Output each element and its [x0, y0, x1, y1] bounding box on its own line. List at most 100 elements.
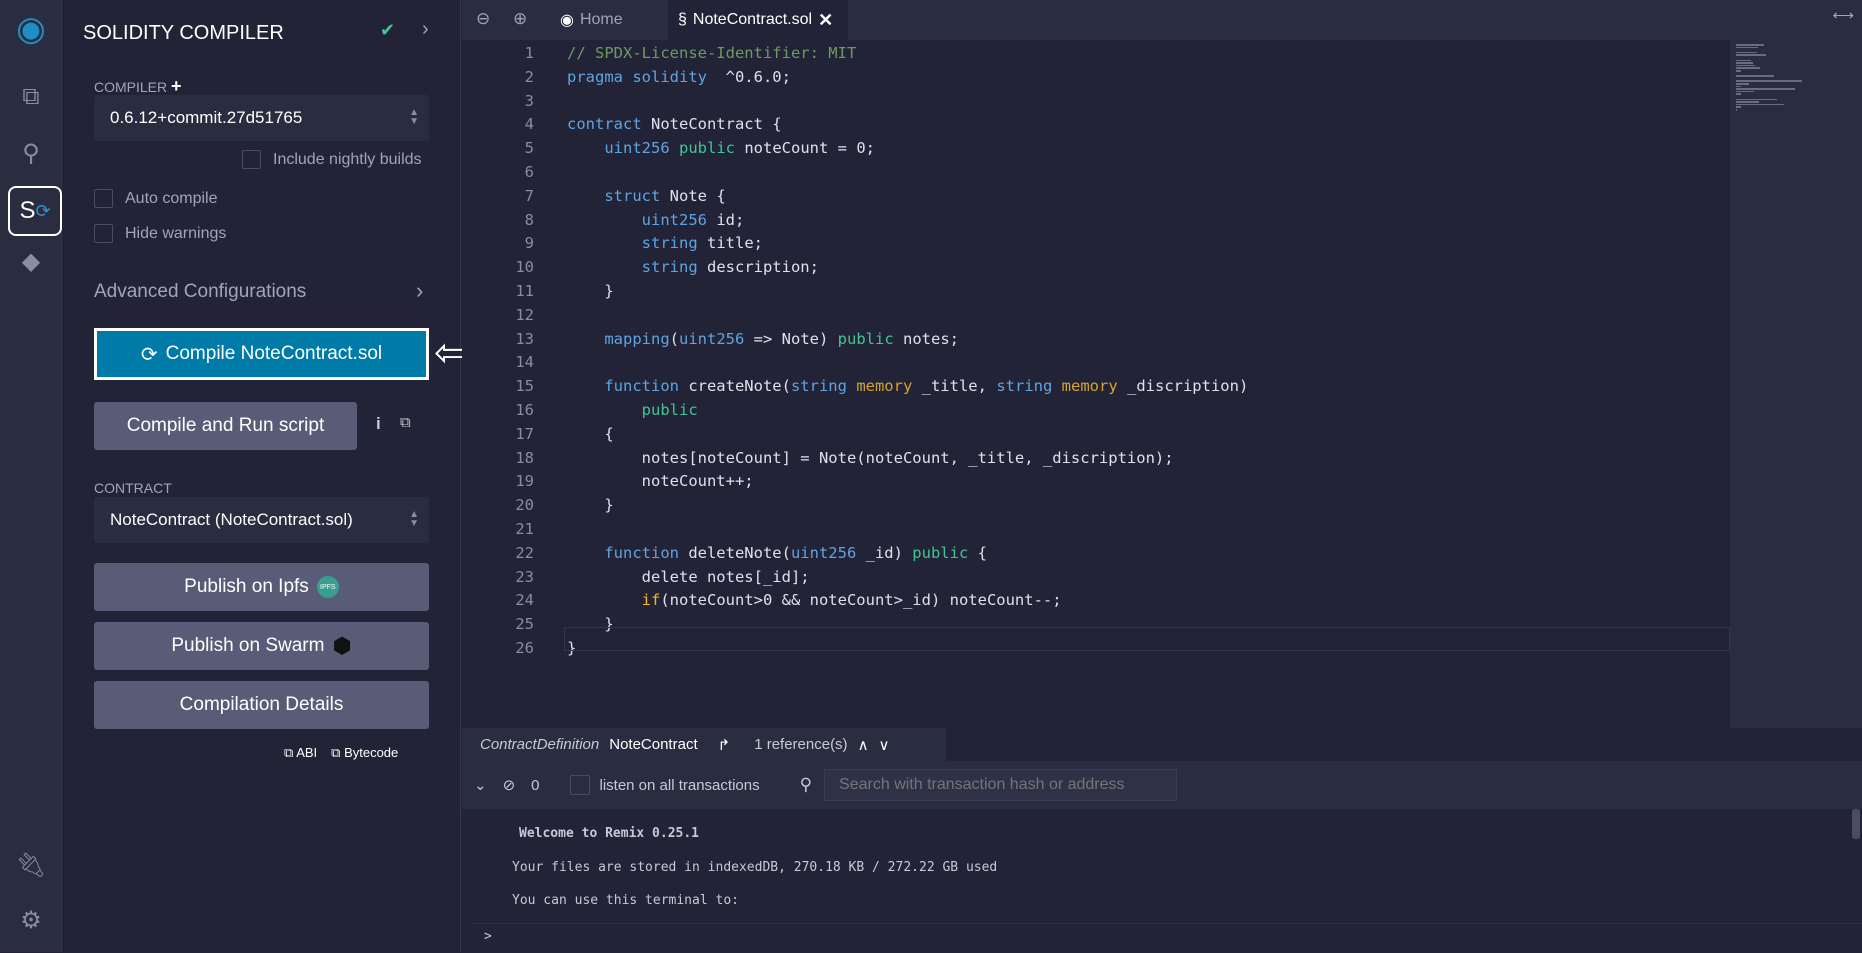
tx-search-input[interactable] [824, 769, 1178, 801]
code-line: // SPDX-License-Identifier: MIT [567, 44, 856, 62]
compile-run-script-button[interactable]: Compile and Run script [94, 402, 357, 450]
refresh-icon: ⟳ [140, 343, 158, 366]
expand-icon[interactable]: ⟷ [1832, 6, 1854, 24]
checkbox-box[interactable] [94, 189, 113, 208]
line-number: 8 [524, 210, 534, 229]
code-token: pragma solidity [567, 67, 707, 86]
goto-definition-icon[interactable]: ↱ [718, 736, 731, 754]
panel-title: SOLIDITY COMPILER [83, 22, 284, 44]
add-compiler-icon[interactable]: + [171, 76, 182, 96]
plugin-manager-icon[interactable]: 🔌︎ [8, 842, 54, 888]
info-icon[interactable]: i [376, 414, 381, 434]
publish-ipfs-label: Publish on Ipfs [184, 576, 309, 597]
zoom-out-icon[interactable]: ⊖ [476, 9, 490, 29]
clear-console-icon[interactable]: ⊘ [503, 776, 516, 794]
listen-checkbox[interactable] [569, 775, 590, 795]
minimap-line [1736, 62, 1754, 64]
code-token: { [567, 424, 614, 443]
line-number: 14 [515, 353, 534, 372]
code-line: { [567, 424, 614, 443]
compile-button-label: Compile NoteContract.sol [165, 343, 383, 364]
tab-label: NoteContract.sol [692, 11, 813, 28]
copy-icon[interactable]: ⧉ [400, 414, 411, 431]
remix-logo-icon[interactable]: ◉ [8, 6, 54, 52]
code-token: NoteContract { [641, 115, 782, 134]
compiler-version-select[interactable]: 0.6.12+commit.27d51765 ▲ ▼ [94, 95, 429, 141]
line-number: 12 [515, 305, 534, 324]
publish-ipfs-button[interactable]: Publish on Ipfs IPFS [94, 563, 429, 611]
minimap-line [1736, 46, 1758, 49]
nightly-checkbox[interactable]: Include nightly builds [242, 150, 422, 169]
code-editor[interactable]: // SPDX-License-Identifier: MIT pragma so… [564, 40, 1862, 728]
editor-scrollbar[interactable] [1850, 40, 1862, 728]
next-reference-icon[interactable]: ∨ [879, 736, 890, 754]
pending-tx-count: 0 [531, 776, 540, 794]
compiler-label-text: COMPILER [94, 79, 168, 95]
minimap-line [1736, 109, 1737, 111]
code-token: (noteCount>0 && noteCount>_id) noteCount… [660, 591, 1062, 610]
code-line: } [567, 282, 614, 300]
code-line: public [567, 401, 698, 419]
advanced-config-toggle[interactable]: Advanced Configurations [94, 281, 306, 303]
code-token: _id) [856, 543, 913, 562]
auto-compile-checkbox[interactable]: Auto compile [94, 189, 218, 208]
terminal-input[interactable]: > [472, 923, 1862, 953]
reference-bar: ContractDefinition NoteContract ↱ 1 refe… [462, 728, 946, 761]
publish-swarm-button[interactable]: Publish on Swarm ⬢ [94, 622, 429, 670]
ipfs-icon: IPFS [316, 576, 339, 598]
nightly-label: Include nightly builds [273, 150, 422, 168]
file-explorer-icon[interactable]: ⧉ [8, 74, 54, 120]
chevron-right-icon[interactable]: › [422, 18, 429, 41]
line-number: 26 [515, 639, 534, 657]
code-token: string [641, 234, 698, 253]
ref-count: 1 reference(s) [754, 736, 848, 753]
tab-notecontract[interactable]: § NoteContract.sol ✕ [668, 0, 848, 40]
terminal-scrollbar[interactable] [1852, 809, 1860, 839]
minimap-line [1736, 103, 1784, 106]
settings-gear-icon[interactable]: ⚙ [8, 897, 54, 943]
code-token: { [968, 543, 987, 562]
code-token: deleteNote( [678, 543, 791, 562]
checkbox-box[interactable] [94, 224, 113, 243]
line-number: 19 [515, 472, 534, 491]
compiler-label: COMPILER + [94, 76, 182, 97]
minimap-line [1736, 83, 1749, 85]
terminal-output: Welcome to Remix 0.25.1 Your files are s… [462, 809, 1862, 952]
listen-label: listen on all transactions [599, 776, 760, 794]
compile-button[interactable]: ⟳ Compile NoteContract.sol [94, 328, 429, 380]
code-line: mapping(uint256 => Note) public notes; [567, 330, 959, 348]
storage-text: Your files are stored in indexedDB, 270.… [512, 860, 998, 875]
minimap[interactable] [1730, 40, 1850, 728]
code-token: uint256 [679, 329, 745, 348]
tab-home[interactable]: ◉ Home [550, 0, 633, 40]
solidity-compiler-icon[interactable]: S ⟳ [8, 186, 62, 236]
collapse-terminal-icon[interactable]: ⌄ [474, 776, 487, 794]
code-token: function [604, 543, 679, 562]
line-number: 22 [515, 543, 534, 562]
code-token: } [567, 282, 614, 300]
search-icon[interactable]: ⚲ [8, 130, 54, 176]
line-number: 4 [524, 115, 534, 134]
bytecode-copy-button[interactable]: ⧉ Bytecode [331, 745, 398, 761]
line-number: 15 [515, 377, 534, 396]
abi-copy-button[interactable]: ⧉ ABI [284, 745, 317, 761]
code-line: pragma solidity ^0.6.0; [567, 68, 791, 86]
line-number: 9 [524, 234, 534, 253]
hide-warnings-checkbox[interactable]: Hide warnings [94, 224, 226, 243]
close-tab-icon[interactable]: ✕ [818, 10, 833, 31]
terminal-toolbar: ⌄ ⊘ 0 listen on all transactions ⚲ [462, 761, 1862, 809]
deploy-run-icon[interactable]: ◆ [8, 238, 54, 284]
code-line: uint256 public noteCount = 0; [567, 139, 875, 157]
prev-reference-icon[interactable]: ∧ [858, 736, 869, 754]
checkbox-box[interactable] [242, 150, 261, 169]
line-number: 25 [515, 615, 534, 634]
zoom-in-icon[interactable]: ⊕ [513, 9, 527, 29]
minimap-line [1736, 101, 1760, 103]
chevron-right-icon[interactable]: › [416, 278, 423, 304]
minimap-line [1736, 51, 1757, 54]
contract-select[interactable]: NoteContract (NoteContract.sol) ▲ ▼ [94, 497, 429, 543]
compilation-details-button[interactable]: Compilation Details [94, 681, 429, 729]
